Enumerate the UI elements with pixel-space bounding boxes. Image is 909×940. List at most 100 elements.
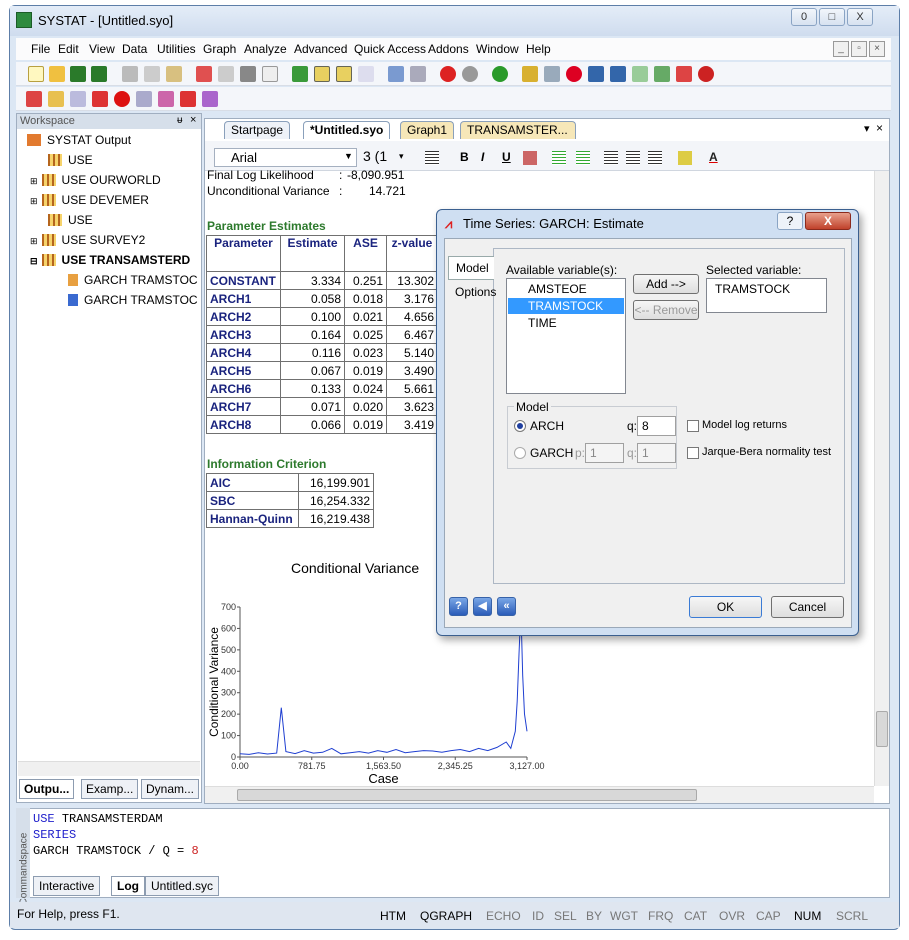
line-chart-icon[interactable] <box>544 66 560 82</box>
selected-variable-box[interactable]: TRAMSTOCK <box>706 278 827 313</box>
collapse-icon[interactable]: ⊟ <box>30 256 38 266</box>
tab-log[interactable]: Log <box>111 876 145 896</box>
box-plot-icon[interactable] <box>48 91 64 107</box>
dialog-help-button[interactable]: ? <box>777 212 803 230</box>
tree-item[interactable]: GARCH TRAMSTOC <box>68 271 200 289</box>
indent-increase-icon[interactable] <box>576 151 590 165</box>
vscroll-thumb[interactable] <box>876 711 888 747</box>
mdi-minimize-button[interactable]: _ <box>833 41 849 57</box>
font-select[interactable]: Arial <box>214 148 357 167</box>
dialog-close-button[interactable]: X <box>805 212 851 230</box>
add-button[interactable]: Add --> <box>633 274 699 294</box>
chevron-down-icon[interactable]: ▾ <box>399 151 404 162</box>
q2-input[interactable]: 1 <box>637 443 676 463</box>
doc-vscroll[interactable] <box>874 171 889 786</box>
chevron-down-icon[interactable]: ▼ <box>344 151 353 161</box>
minimize-button[interactable]: 0 <box>791 8 817 26</box>
available-list[interactable]: AMSTEOE TRAMSTOCK TIME <box>506 278 626 394</box>
indent-decrease-icon[interactable] <box>552 151 566 165</box>
cancel-button[interactable]: Cancel <box>771 596 844 618</box>
map-icon[interactable] <box>698 66 714 82</box>
menu-analyze[interactable]: Analyze <box>244 42 287 56</box>
scatter-plot-icon[interactable] <box>654 66 670 82</box>
print-icon[interactable] <box>240 66 256 82</box>
tree-item[interactable]: ⊞ USE OURWORLD <box>30 171 161 189</box>
tab-graph1[interactable]: Graph1 <box>400 121 455 139</box>
list-item[interactable]: TIME <box>508 315 624 331</box>
hscroll-thumb[interactable] <box>237 789 697 801</box>
menu-file[interactable]: File <box>31 42 50 56</box>
graph-editor-icon[interactable] <box>388 66 404 82</box>
cut-icon[interactable] <box>122 66 138 82</box>
align-left-icon[interactable] <box>604 151 618 165</box>
data-editor-icon[interactable] <box>314 66 330 82</box>
new-icon[interactable] <box>28 66 44 82</box>
redo-icon[interactable] <box>218 66 234 82</box>
quantile-icon[interactable] <box>70 91 86 107</box>
tab-model[interactable]: Model <box>448 256 494 280</box>
mountain-icon[interactable] <box>92 91 108 107</box>
probability-icon[interactable] <box>158 91 174 107</box>
menu-addons[interactable]: Addons <box>428 42 469 56</box>
matrix-icon[interactable] <box>610 66 626 82</box>
log-returns-checkbox[interactable] <box>687 420 699 432</box>
garch-radio[interactable] <box>514 447 526 459</box>
menu-utilities[interactable]: Utilities <box>157 42 196 56</box>
tab-untitled-syc[interactable]: Untitled.syc <box>145 876 220 896</box>
tree-item[interactable]: ⊞ USE DEVEMER <box>30 191 149 209</box>
tab-options[interactable]: Options <box>448 281 496 305</box>
output-icon[interactable] <box>292 66 308 82</box>
doc-hscroll[interactable] <box>205 786 874 803</box>
page-icon[interactable] <box>410 66 426 82</box>
tab-output[interactable]: Outpu... <box>19 779 75 799</box>
trend-icon[interactable] <box>202 91 218 107</box>
menu-quick-access[interactable]: Quick Access <box>354 42 426 56</box>
tab-examples[interactable]: Examp... <box>81 779 139 799</box>
workspace-hscroll[interactable] <box>18 761 200 776</box>
density-icon[interactable] <box>26 91 42 107</box>
open-icon[interactable] <box>49 66 65 82</box>
align-right-icon[interactable] <box>648 151 662 165</box>
ok-button[interactable]: OK <box>689 596 762 618</box>
save-icon[interactable] <box>70 66 86 82</box>
surface-icon[interactable] <box>180 91 196 107</box>
tree-item[interactable]: ⊟ USE TRANSAMSTERD <box>30 251 200 269</box>
tree-root[interactable]: SYSTAT Output <box>27 131 131 149</box>
function-plot-icon[interactable] <box>676 66 692 82</box>
mdi-close-button[interactable]: × <box>869 41 885 57</box>
tab-dynamic[interactable]: Dynam... <box>141 779 200 799</box>
menu-view[interactable]: View <box>89 42 115 56</box>
bar-chart-icon[interactable] <box>522 66 538 82</box>
save-all-icon[interactable] <box>91 66 107 82</box>
tree-item[interactable]: USE <box>48 151 93 169</box>
menu-help[interactable]: Help <box>526 42 551 56</box>
tab-transamster[interactable]: TRANSAMSTER... <box>460 121 576 139</box>
menu-edit[interactable]: Edit <box>58 42 79 56</box>
undo-icon[interactable] <box>196 66 212 82</box>
tab-startpage[interactable]: Startpage <box>224 121 291 139</box>
command-icon[interactable] <box>336 66 352 82</box>
tree-item[interactable]: GARCH TRAMSTOC <box>68 291 200 309</box>
expand-icon[interactable]: ⊞ <box>30 196 38 206</box>
pin-icon[interactable]: ᵾ <box>177 115 182 126</box>
pie-chart-icon[interactable] <box>566 66 582 82</box>
jarque-bera-checkbox[interactable] <box>687 447 699 459</box>
print-preview-icon[interactable] <box>262 66 278 82</box>
report-icon[interactable] <box>358 66 374 82</box>
tab-interactive[interactable]: Interactive <box>33 876 101 896</box>
menu-window[interactable]: Window <box>476 42 519 56</box>
tab-untitled-syo[interactable]: *Untitled.syo <box>303 121 391 139</box>
font-color-icon[interactable]: A <box>709 150 718 164</box>
tree-item[interactable]: USE <box>48 211 93 229</box>
expand-icon[interactable]: ⊞ <box>30 176 38 186</box>
list-item-selected[interactable]: TRAMSTOCK <box>508 298 624 314</box>
align-center-icon[interactable] <box>626 151 640 165</box>
menu-data[interactable]: Data <box>122 42 147 56</box>
arch-radio[interactable] <box>514 420 526 432</box>
q-input[interactable]: 8 <box>637 416 676 436</box>
workspace-close-icon[interactable]: × <box>190 114 196 126</box>
italic-icon[interactable]: I <box>481 150 484 164</box>
target-icon[interactable] <box>114 91 130 107</box>
help-icon[interactable]: ? <box>449 597 468 616</box>
list-style-icon[interactable] <box>425 151 439 165</box>
